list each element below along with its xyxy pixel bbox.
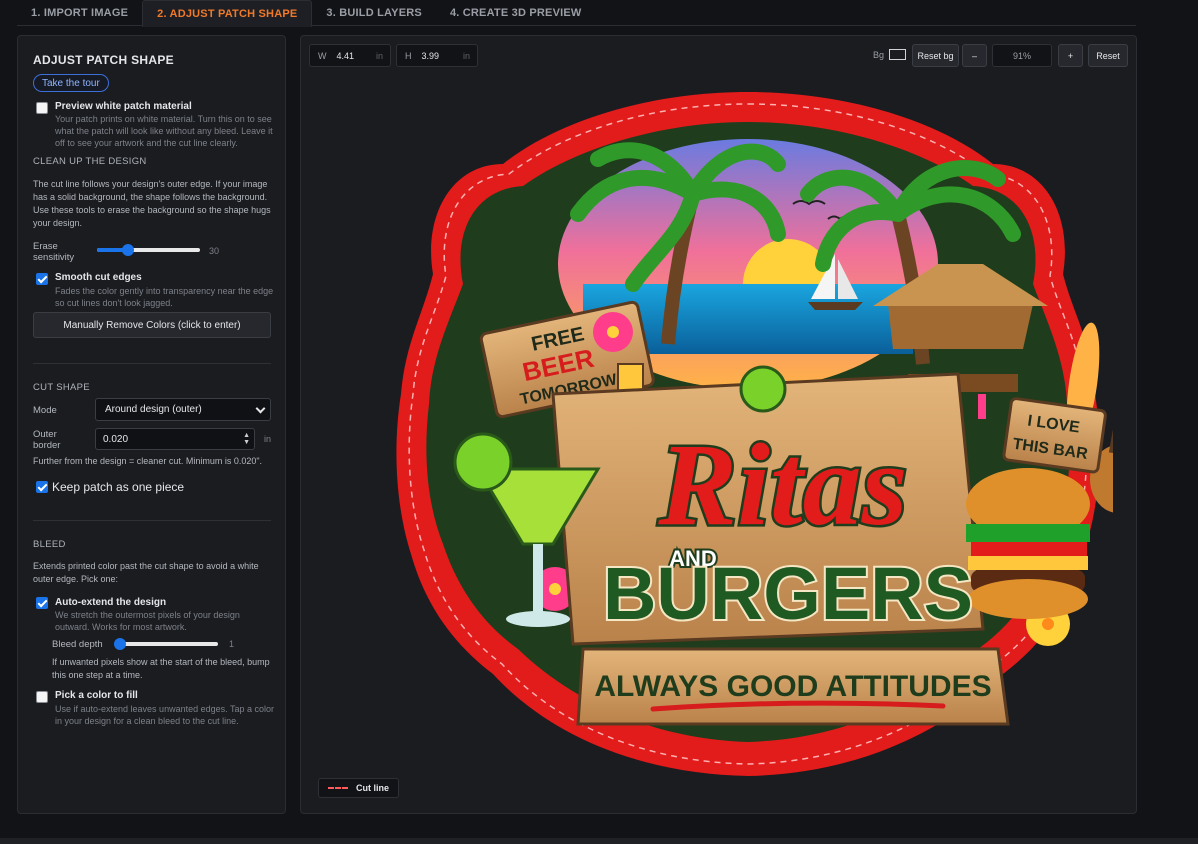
width-field[interactable]: W 4.41 in [309, 44, 391, 67]
tab-create-3d-preview[interactable]: 4. CREATE 3D PREVIEW [436, 0, 596, 26]
auto-extend-hint: We stretch the outermost pixels of your … [55, 610, 240, 632]
cut-line-legend: Cut line [318, 778, 399, 798]
outer-border-unit: in [264, 434, 272, 444]
spinner-arrows-icon[interactable]: ▲ ▼ [243, 432, 250, 446]
outer-border-hint: Further from the design = cleaner cut. M… [33, 456, 263, 466]
one-piece-label: Keep patch as one piece [52, 480, 185, 494]
height-key: H [405, 50, 412, 61]
height-value: 3.99 [421, 50, 440, 61]
width-value: 4.41 [336, 50, 355, 61]
auto-extend-label: Auto-extend the design [55, 597, 167, 608]
width-key: W [318, 50, 327, 61]
preview-white-label: Preview white patch material [55, 101, 192, 112]
take-tour-button[interactable]: Take the tour [33, 74, 109, 92]
banner-text: ALWAYS GOOD ATTITUDES [594, 670, 991, 703]
settings-panel: ADJUST PATCH SHAPE Take the tour Preview… [17, 35, 286, 814]
bleed-depth-slider[interactable] [114, 638, 218, 650]
panel-title: ADJUST PATCH SHAPE [33, 53, 174, 67]
bg-label: Bg [873, 50, 885, 60]
erase-sensitivity-handle[interactable] [122, 244, 134, 256]
one-piece-checkbox[interactable] [36, 481, 48, 493]
manually-remove-colors-button[interactable]: Manually Remove Colors (click to enter) [33, 312, 271, 338]
preview-white-checkbox[interactable] [36, 102, 48, 114]
bg-color-swatch[interactable] [889, 49, 906, 60]
smooth-edges-hint: Fades the color gently into transparency… [55, 286, 274, 308]
mode-select-value: Around design (outer) [105, 404, 202, 415]
smooth-edges-checkbox[interactable] [36, 273, 48, 285]
bleed-depth-label: Bleed depth [52, 639, 103, 650]
bleed-description: Extends printed color past the cut shape… [33, 561, 259, 584]
pick-color-checkbox[interactable] [36, 691, 48, 703]
preview-white-hint: Your patch prints on white material. Tur… [55, 114, 273, 148]
smooth-edges-label: Smooth cut edges [55, 272, 142, 283]
outer-border-value: 0.020 [103, 433, 129, 445]
cleanup-heading: CLEAN UP THE DESIGN [33, 156, 147, 167]
zoom-in-button[interactable]: + [1058, 44, 1083, 67]
auto-extend-checkbox[interactable] [36, 597, 48, 609]
mode-select[interactable]: Around design (outer) [95, 398, 271, 421]
erase-sensitivity-value: 30 [209, 246, 220, 256]
title-burgers: BURGERS [603, 552, 973, 635]
patch-preview-artwork[interactable]: FREE BEER TOMORROW I LOVE THIS BAR Ritas… [383, 84, 1113, 779]
bleed-heading: BLEED [33, 539, 66, 550]
tab-build-layers[interactable]: 3. BUILD LAYERS [312, 0, 436, 26]
cleanup-description: The cut line follows your design's outer… [33, 179, 271, 228]
reset-zoom-button[interactable]: Reset [1088, 44, 1128, 67]
outer-border-label: Outer border [33, 429, 61, 451]
mode-label: Mode [33, 405, 57, 416]
bleed-depth-value: 1 [229, 639, 235, 649]
pick-color-hint: Use if auto-extend leaves unwanted edges… [55, 704, 274, 726]
pick-color-label: Pick a color to fill [55, 690, 138, 701]
zoom-level: 91% [992, 44, 1052, 67]
zoom-out-button[interactable]: – [962, 44, 987, 67]
bleed-depth-hint: If unwanted pixels show at the start of … [52, 657, 270, 680]
legend-label: Cut line [356, 783, 389, 793]
chevron-down-icon [255, 403, 266, 414]
sign-i-love-this-bar: I LOVE THIS BAR [1002, 397, 1107, 474]
cut-shape-heading: CUT SHAPE [33, 382, 90, 393]
step-tabs: 1. IMPORT IMAGE 2. ADJUST PATCH SHAPE 3.… [17, 0, 1136, 27]
width-unit: in [375, 50, 383, 61]
erase-sensitivity-label: Erase sensitivity [33, 241, 75, 263]
section-divider [33, 520, 271, 521]
canvas-panel: W 4.41 in H 3.99 in Bg Reset bg – 91% + … [300, 35, 1137, 814]
bleed-depth-handle[interactable] [114, 638, 126, 650]
dashed-line-icon [328, 787, 348, 789]
tab-import-image[interactable]: 1. IMPORT IMAGE [17, 0, 142, 26]
reset-bg-button[interactable]: Reset bg [912, 44, 959, 67]
height-field[interactable]: H 3.99 in [396, 44, 478, 67]
tab-adjust-patch-shape[interactable]: 2. ADJUST PATCH SHAPE [142, 0, 313, 27]
erase-sensitivity-slider[interactable] [97, 244, 200, 256]
height-unit: in [462, 50, 470, 61]
title-ritas: Ritas [657, 419, 907, 550]
horizontal-scrollbar[interactable] [0, 838, 1198, 844]
section-divider [33, 363, 271, 364]
outer-border-input[interactable]: 0.020 ▲ ▼ [95, 428, 255, 450]
